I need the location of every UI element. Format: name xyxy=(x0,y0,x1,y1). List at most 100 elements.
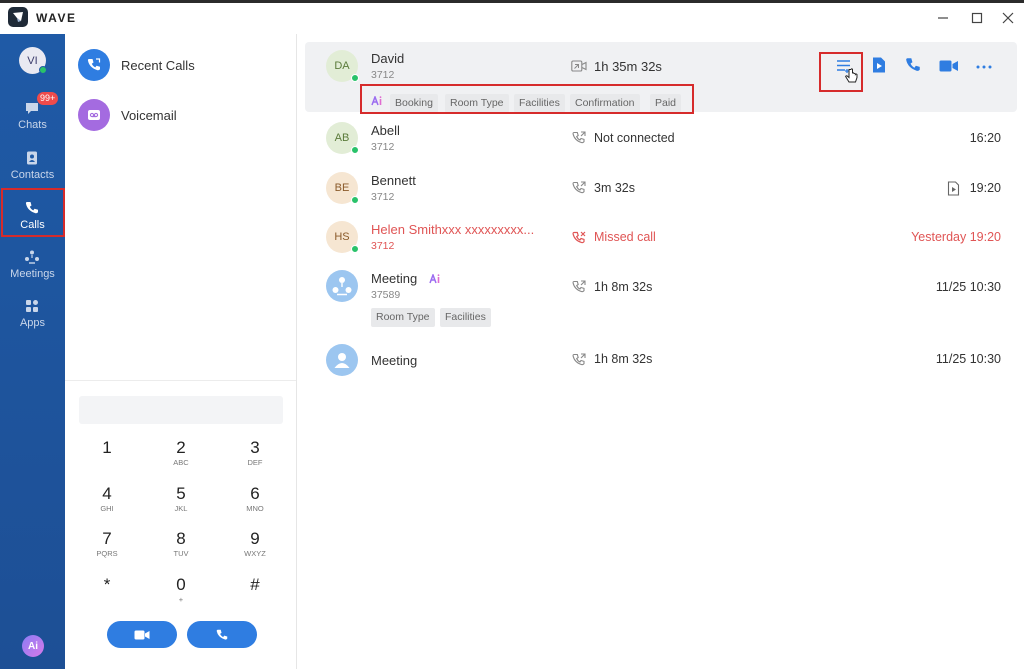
call-duration: 1h 35m 32s xyxy=(594,59,662,74)
audio-call-button[interactable] xyxy=(187,621,257,648)
key-letters: WXYZ xyxy=(244,549,266,558)
user-avatar[interactable]: VI xyxy=(19,47,47,74)
highlight-calls-box xyxy=(1,188,65,237)
recording-file-icon[interactable] xyxy=(870,56,888,74)
call-history-list: DA David 3712 1h 35m 32s Booking Room Ty… xyxy=(298,34,1024,669)
dialpad-key-5[interactable]: 5 JKL xyxy=(156,484,206,522)
key-digit: 6 xyxy=(250,484,260,503)
contact-number: 3712 xyxy=(371,141,395,153)
avatar-initials: HS xyxy=(334,231,350,243)
key-digit: 3 xyxy=(250,438,260,457)
call-row-abell[interactable]: AB Abell 3712 Not connected 16:20 xyxy=(305,114,1017,164)
key-digit: # xyxy=(250,575,260,594)
dialpad-key-1[interactable]: 1 xyxy=(82,438,132,476)
call-row-helen-smith[interactable]: HS Helen Smithxxx xxxxxxxxx... 3712 Miss… xyxy=(305,214,1017,264)
call-status: Missed call xyxy=(594,230,656,244)
maximize-button[interactable] xyxy=(962,6,992,30)
sidebar-item-label: Recent Calls xyxy=(121,58,195,73)
online-status-dot xyxy=(351,74,359,82)
key-digit: 5 xyxy=(176,484,186,503)
dialpad-key-4[interactable]: 4 GHI xyxy=(82,484,132,522)
close-button[interactable] xyxy=(993,6,1023,30)
person-avatar-icon xyxy=(326,344,358,376)
minimize-button[interactable] xyxy=(928,6,958,30)
video-camera-icon[interactable] xyxy=(939,57,959,75)
avatar-initials: DA xyxy=(334,60,350,72)
dialpad-key-3[interactable]: 3 DEF xyxy=(230,438,280,476)
dialpad-key-9[interactable]: 9 WXYZ xyxy=(230,529,280,567)
more-options-icon[interactable] xyxy=(975,58,993,76)
nav-label: Apps xyxy=(19,317,46,329)
video-call-type-icon xyxy=(571,60,587,72)
key-digit: 2 xyxy=(176,438,186,457)
sidebar-item-recent-calls[interactable]: Recent Calls xyxy=(78,49,288,83)
nav-item-chats[interactable]: 99+ Chats xyxy=(0,92,65,140)
contact-name: Helen Smithxxx xxxxxxxxx... xyxy=(371,222,535,237)
dialpad-key-star[interactable]: * xyxy=(82,575,132,613)
contact-name: Bennett xyxy=(371,173,416,188)
key-digit: 0 xyxy=(176,575,186,594)
call-row-bennett[interactable]: BE Bennett 3712 3m 32s 19:20 xyxy=(305,164,1017,214)
call-time: 19:20 xyxy=(969,181,1001,195)
dialpad-key-7[interactable]: 7 PQRS xyxy=(82,529,132,567)
dialpad-key-0[interactable]: 0 + xyxy=(156,575,206,613)
dialpad-key-6[interactable]: 6 MNO xyxy=(230,484,280,522)
nav-label: Chats xyxy=(18,119,47,131)
key-digit: 1 xyxy=(102,438,112,457)
wave-logo-icon xyxy=(8,7,28,27)
meeting-number: 37589 xyxy=(371,289,401,301)
avatar-initials: AB xyxy=(334,132,350,144)
outgoing-call-icon xyxy=(572,280,586,293)
online-status-dot xyxy=(351,245,359,253)
nav-label: Meetings xyxy=(10,268,55,280)
call-row-meeting-2[interactable]: Meeting 1h 8m 32s 11/25 10:30 xyxy=(305,339,1017,384)
call-time: Yesterday 19:20 xyxy=(911,230,1001,244)
meeting-avatar-icon xyxy=(326,270,358,302)
online-status-dot xyxy=(351,146,359,154)
call-time: 11/25 10:30 xyxy=(935,352,1001,366)
key-letters: JKL xyxy=(174,504,188,513)
call-time: 11/25 10:30 xyxy=(935,280,1001,294)
recording-file-icon[interactable] xyxy=(947,181,960,196)
nav-item-contacts[interactable]: Contacts xyxy=(0,142,65,190)
left-nav: VI 99+ Chats Contacts Calls Meetings App… xyxy=(0,34,65,669)
dialpad-key-2[interactable]: 2 ABC xyxy=(156,438,206,476)
app-name: WAVE xyxy=(36,11,77,25)
key-letters: DEF xyxy=(247,458,263,467)
dialpad-key-hash[interactable]: # xyxy=(230,575,280,613)
key-letters: ABC xyxy=(173,458,189,467)
avatar-initials: BE xyxy=(334,182,350,194)
sidebar-item-voicemail[interactable]: Voicemail xyxy=(78,99,288,133)
online-status-dot xyxy=(39,66,47,74)
video-call-button[interactable] xyxy=(107,621,177,648)
calls-sidebar: Recent Calls Voicemail 1 2 ABC 3 DEF 4 GHI … xyxy=(65,34,297,669)
avatar-initials: VI xyxy=(27,54,38,67)
avatar: AB xyxy=(326,122,359,154)
voicemail-icon xyxy=(78,99,110,131)
call-row-meeting[interactable]: Meeting 37589 1h 8m 32s 11/25 10:30 Room… xyxy=(305,264,1017,334)
call-duration: 1h 8m 32s xyxy=(594,280,653,294)
unread-badge: 99+ xyxy=(37,92,59,105)
key-letters: PQRS xyxy=(96,549,118,558)
app-window: WAVE VI 99+ Chats Contacts Calls Meeting… xyxy=(0,0,1024,669)
apps-icon xyxy=(26,300,38,312)
dialpad-input[interactable] xyxy=(79,396,283,424)
meetings-icon xyxy=(25,250,39,264)
phone-icon xyxy=(216,629,228,640)
contact-name: Abell xyxy=(371,123,400,138)
nav-item-meetings[interactable]: Meetings xyxy=(0,241,65,289)
contacts-icon xyxy=(27,151,37,165)
ai-tag: Facilities xyxy=(440,308,491,327)
contact-number: 3712 xyxy=(371,69,395,81)
recent-calls-icon xyxy=(78,49,110,81)
nav-item-apps[interactable]: Apps xyxy=(0,290,65,338)
outgoing-call-icon xyxy=(572,181,586,194)
highlight-summary-button-box xyxy=(819,52,863,92)
phone-icon[interactable] xyxy=(904,56,922,74)
avatar: DA xyxy=(326,50,359,82)
dialpad-key-8[interactable]: 8 TUV xyxy=(156,529,206,567)
contact-number: 3712 xyxy=(371,240,395,252)
key-digit: * xyxy=(103,575,111,594)
ai-assistant-button[interactable]: Ai xyxy=(22,635,44,657)
avatar: HS xyxy=(326,221,359,253)
